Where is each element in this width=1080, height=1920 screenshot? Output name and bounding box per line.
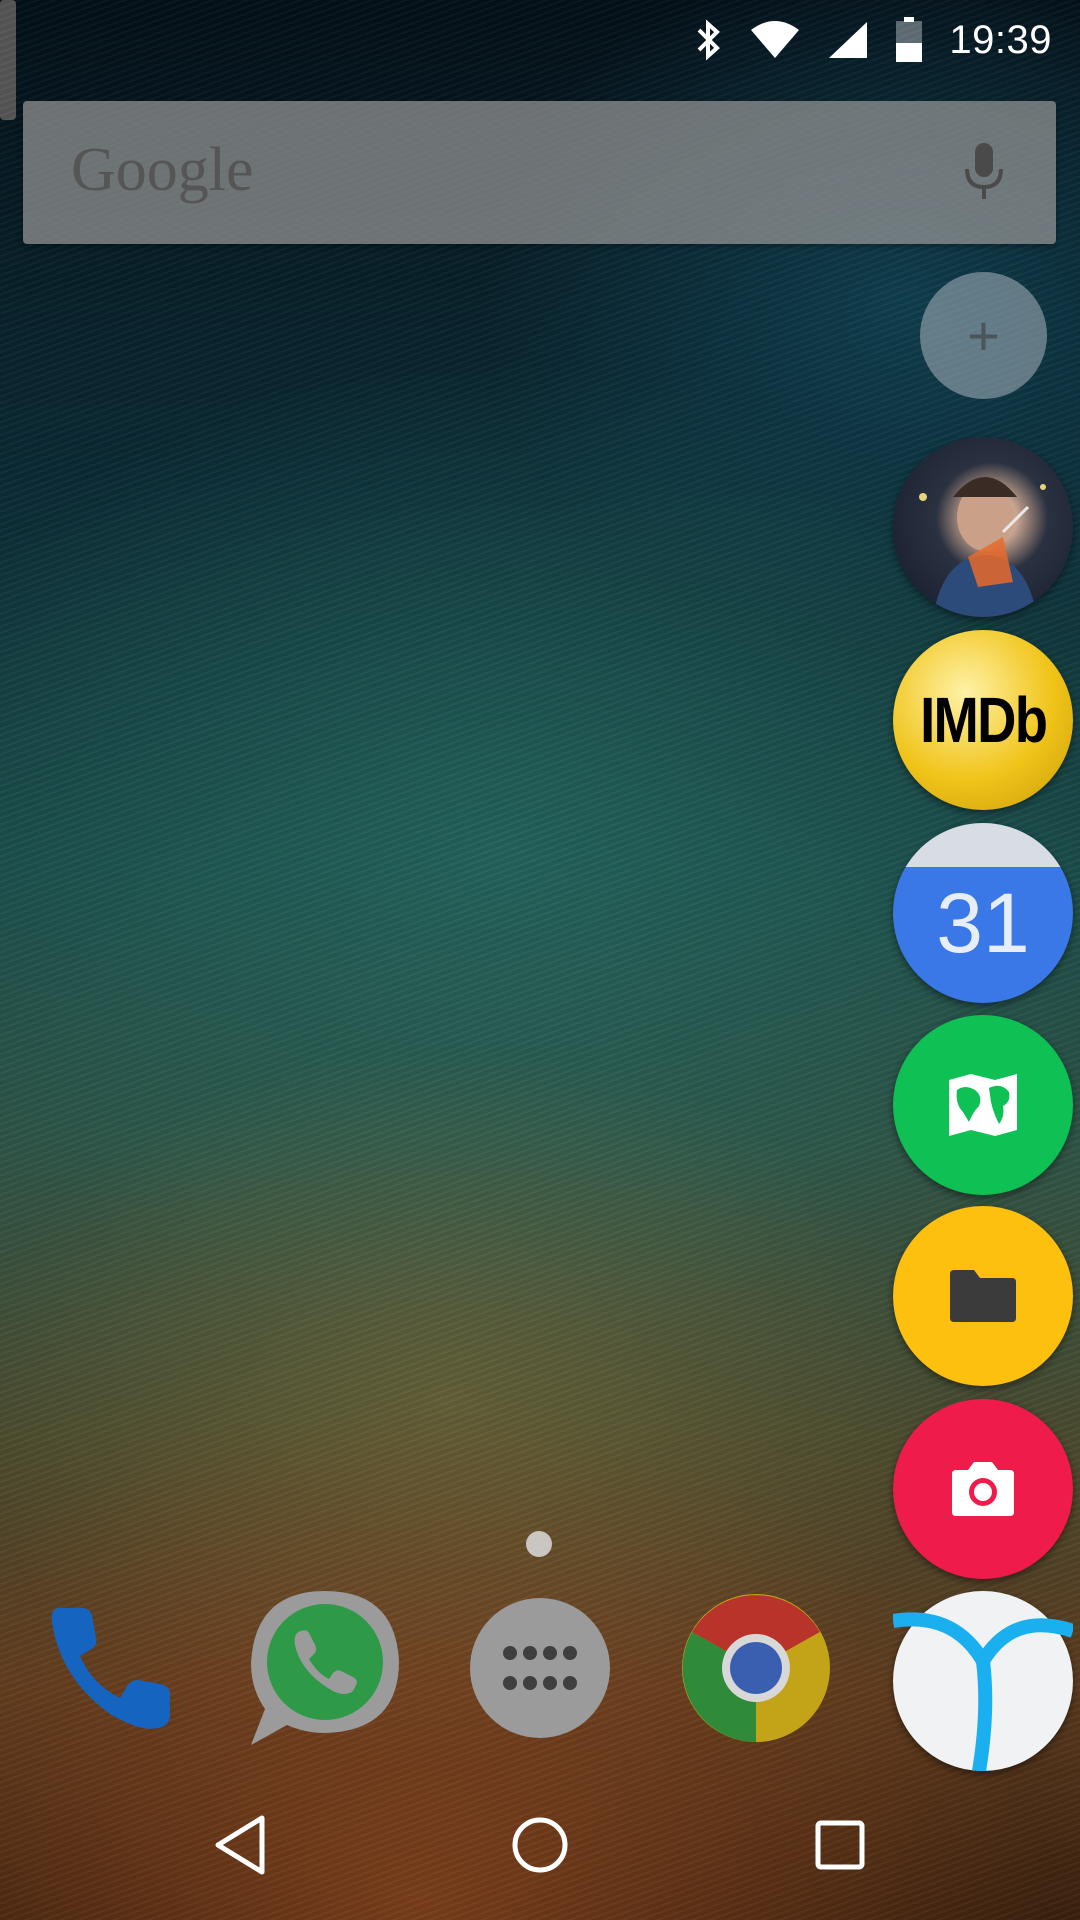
browser-bubble[interactable]	[893, 1591, 1073, 1771]
signal-icon	[827, 20, 869, 60]
wifi-icon	[749, 20, 801, 60]
clock: 19:39	[949, 17, 1052, 62]
contact-bubble[interactable]	[893, 437, 1073, 617]
calendar-bubble[interactable]: 31	[893, 823, 1073, 1003]
contact-photo	[919, 477, 1046, 617]
google-search-bar[interactable]: Google	[23, 101, 1056, 244]
folder-icon	[950, 1270, 1016, 1322]
calendar-header	[893, 823, 1073, 867]
mic-icon[interactable]	[954, 137, 1014, 207]
files-bubble[interactable]	[893, 1206, 1073, 1386]
add-bubble-button[interactable]: +	[920, 272, 1047, 399]
back-icon[interactable]	[195, 1800, 285, 1890]
recents-icon[interactable]	[795, 1800, 885, 1890]
bluetooth-icon	[693, 18, 723, 62]
calendar-day-label: 31	[936, 876, 1030, 970]
status-bar: 19:39	[0, 0, 1080, 80]
page-indicator	[526, 1531, 552, 1557]
imdb-bubble[interactable]: IMDb	[893, 630, 1073, 810]
google-logo: Google	[71, 136, 254, 204]
map-icon	[949, 1074, 1017, 1136]
chrome-icon[interactable]	[680, 1592, 832, 1744]
battery-icon	[895, 17, 923, 63]
browser-icon	[893, 1612, 1073, 1771]
imdb-label: IMDb	[919, 684, 1048, 756]
home-icon[interactable]	[495, 1800, 585, 1890]
navigation-bar	[0, 1770, 1080, 1920]
phone-icon[interactable]	[30, 1588, 190, 1748]
app-drawer-icon[interactable]	[470, 1598, 610, 1738]
whatsapp-icon[interactable]	[245, 1585, 405, 1750]
camera-bubble[interactable]	[893, 1399, 1073, 1579]
maps-bubble[interactable]	[893, 1015, 1073, 1195]
camera-icon	[952, 1462, 1014, 1516]
home-screen: 19:39 Google + IMDb 31	[0, 0, 1080, 1920]
